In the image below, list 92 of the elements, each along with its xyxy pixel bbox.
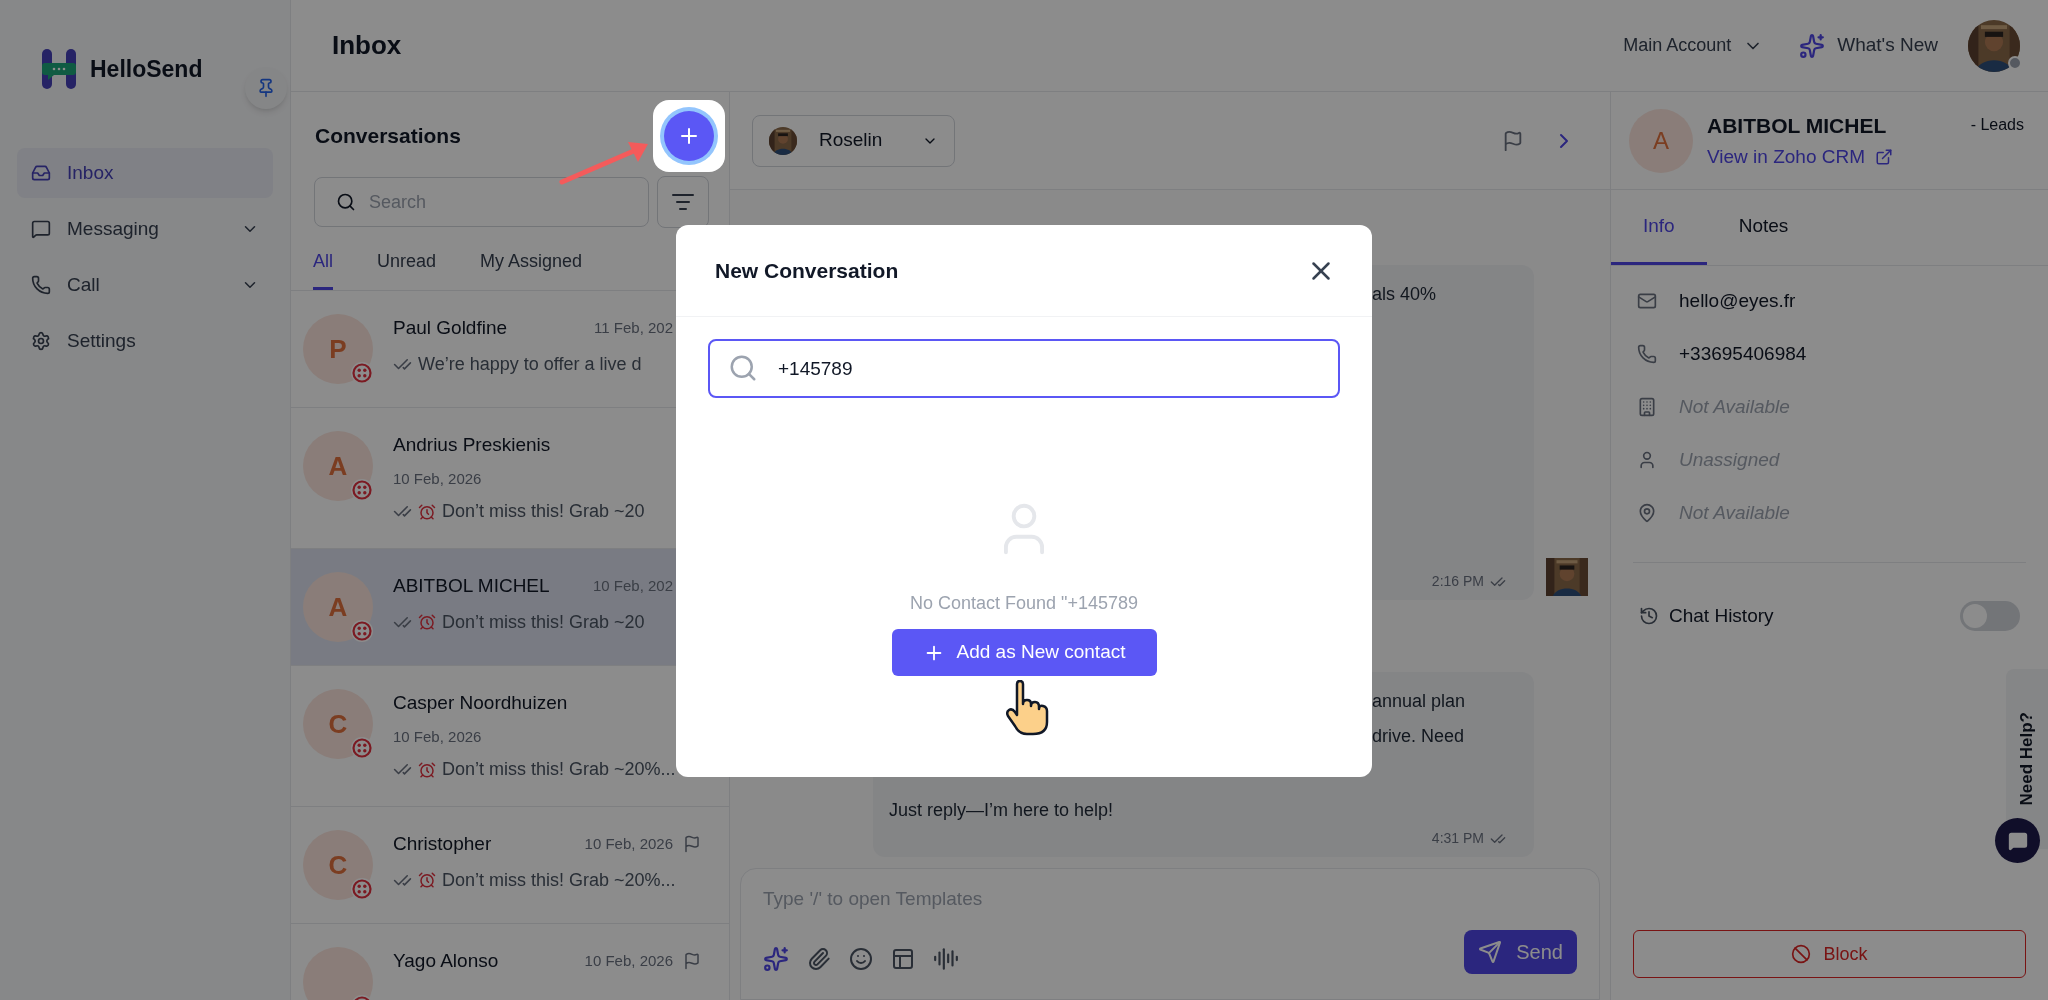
conversation-date: 10 Feb, 2026 bbox=[584, 951, 673, 971]
contact-module: - Leads bbox=[1970, 115, 2024, 136]
map-pin-icon bbox=[1637, 503, 1657, 523]
nav-item[interactable]: Call bbox=[17, 260, 273, 310]
chat-history-toggle[interactable] bbox=[1960, 601, 2020, 631]
phone-icon bbox=[1637, 344, 1657, 364]
building-icon bbox=[1637, 397, 1657, 417]
conversation-date: 10 Feb, 2026 bbox=[393, 726, 482, 747]
search-icon bbox=[728, 353, 758, 383]
flag-icon[interactable] bbox=[1502, 129, 1524, 152]
nav-item[interactable]: Messaging bbox=[17, 204, 273, 254]
contact-name: Christopher bbox=[393, 832, 493, 856]
person-icon bbox=[1637, 450, 1657, 470]
whats-new-button[interactable]: What's New bbox=[1799, 31, 1938, 60]
message-preview: Don’t miss this! Grab ~20%... bbox=[442, 758, 676, 781]
audio-wave-icon[interactable] bbox=[933, 945, 959, 972]
add-contact-button[interactable]: Add as New contact bbox=[891, 629, 1157, 676]
external-link-icon bbox=[1875, 148, 1894, 167]
account-dropdown[interactable]: Main Account bbox=[1623, 32, 1764, 59]
message-preview: Don’t miss this! Grab ~20 bbox=[442, 500, 645, 523]
avatar-letter: P bbox=[329, 332, 347, 366]
avatar-letter: A bbox=[328, 449, 348, 483]
message-time: 2:16 PM bbox=[1431, 572, 1484, 591]
conversation-date: 10 Feb, 202 bbox=[592, 576, 673, 596]
panel-tab[interactable]: Notes bbox=[1706, 190, 1821, 265]
dots-badge-icon bbox=[350, 478, 374, 502]
avatar-letter: A bbox=[1653, 125, 1669, 156]
contact-name: ABITBOL MICHEL bbox=[1707, 112, 1888, 139]
contact-name: Andrius Preskienis bbox=[393, 433, 552, 457]
conversations-title: Conversations bbox=[315, 123, 462, 150]
dots-badge-icon bbox=[350, 877, 374, 901]
speech-bubble-icon bbox=[31, 219, 51, 239]
envelope-icon bbox=[1637, 291, 1657, 311]
phone-icon bbox=[31, 275, 51, 295]
dialog-title: New Conversation bbox=[715, 257, 900, 284]
smiley-icon[interactable] bbox=[849, 946, 873, 971]
user-avatar[interactable] bbox=[1968, 19, 2020, 72]
message-text: Just reply—I’m here to help! bbox=[889, 799, 1115, 822]
logo-icon bbox=[42, 49, 76, 89]
paperclip-icon[interactable] bbox=[807, 946, 831, 971]
filter-tab[interactable]: Unread bbox=[377, 248, 437, 290]
send-icon bbox=[1478, 939, 1503, 964]
contact-name: Yago Alonso bbox=[393, 949, 500, 973]
block-button[interactable]: Block bbox=[1633, 930, 2026, 978]
message-text: als 40% bbox=[1372, 283, 1438, 306]
sparkle-icon bbox=[1799, 32, 1826, 59]
nav-item[interactable]: Inbox bbox=[17, 148, 273, 198]
avatar-letter: C bbox=[328, 707, 348, 741]
settings-icon bbox=[31, 331, 51, 351]
template-layout-icon[interactable] bbox=[891, 946, 915, 971]
contact-name: Casper Noordhuizen bbox=[393, 691, 569, 715]
chat-widget-button[interactable] bbox=[1995, 818, 2040, 863]
contact-field: hello@eyes.fr bbox=[1679, 286, 1796, 316]
dots-badge-icon bbox=[350, 736, 374, 760]
conversation-date: 10 Feb, 2026 bbox=[584, 834, 673, 854]
message-preview: Don’t miss this! Grab ~20 bbox=[442, 610, 645, 634]
empty-state-text: No Contact Found "+145789 bbox=[909, 592, 1139, 615]
message-text: annual plan bbox=[1372, 690, 1467, 713]
pin-icon bbox=[256, 78, 276, 98]
message-time: 4:31 PM bbox=[1431, 829, 1484, 848]
page-title: Inbox bbox=[332, 29, 403, 62]
message-preview: We’re happy to offer a live d bbox=[418, 352, 642, 376]
conversation-date: 10 Feb, 2026 bbox=[393, 468, 482, 489]
filter-tab[interactable]: My Assigned bbox=[480, 248, 583, 290]
crm-link[interactable]: View in Zoho CRM bbox=[1707, 143, 2024, 172]
send-button[interactable]: Send bbox=[1464, 929, 1577, 974]
hand-cursor-icon bbox=[1005, 680, 1049, 736]
flag-icon[interactable] bbox=[683, 952, 701, 971]
new-conversation-button[interactable] bbox=[664, 111, 714, 161]
agent-selector[interactable]: Roselin bbox=[752, 114, 955, 167]
conversation-date: 11 Feb, 202 bbox=[594, 318, 673, 338]
search-icon bbox=[336, 192, 356, 212]
message-preview: Don’t miss this! Grab ~20%... bbox=[442, 868, 676, 892]
dots-badge-icon bbox=[350, 361, 374, 385]
avatar-letter: A bbox=[328, 590, 348, 624]
message-text: drive. Need bbox=[1372, 725, 1466, 748]
flag-icon[interactable] bbox=[683, 835, 701, 854]
avatar-letter: C bbox=[328, 848, 348, 882]
chat-bubble-icon bbox=[2007, 830, 2028, 851]
dots-badge-icon bbox=[350, 619, 374, 643]
contact-field: +33695406984 bbox=[1679, 339, 1807, 369]
contact-name: Paul Goldfine bbox=[393, 316, 509, 340]
inbox-tray-icon bbox=[31, 163, 51, 183]
panel-tab[interactable]: Info bbox=[1611, 190, 1707, 265]
sparkle-icon[interactable] bbox=[763, 945, 789, 972]
contact-search-field[interactable]: +145789 bbox=[708, 339, 1340, 398]
blocked-icon bbox=[1791, 944, 1812, 964]
history-icon bbox=[1639, 606, 1659, 626]
contact-name: ABITBOL MICHEL bbox=[393, 574, 551, 598]
chat-history-label: Chat History bbox=[1669, 603, 1775, 628]
brand-name: HelloSend bbox=[90, 54, 203, 84]
nav-item[interactable]: Settings bbox=[17, 316, 273, 366]
